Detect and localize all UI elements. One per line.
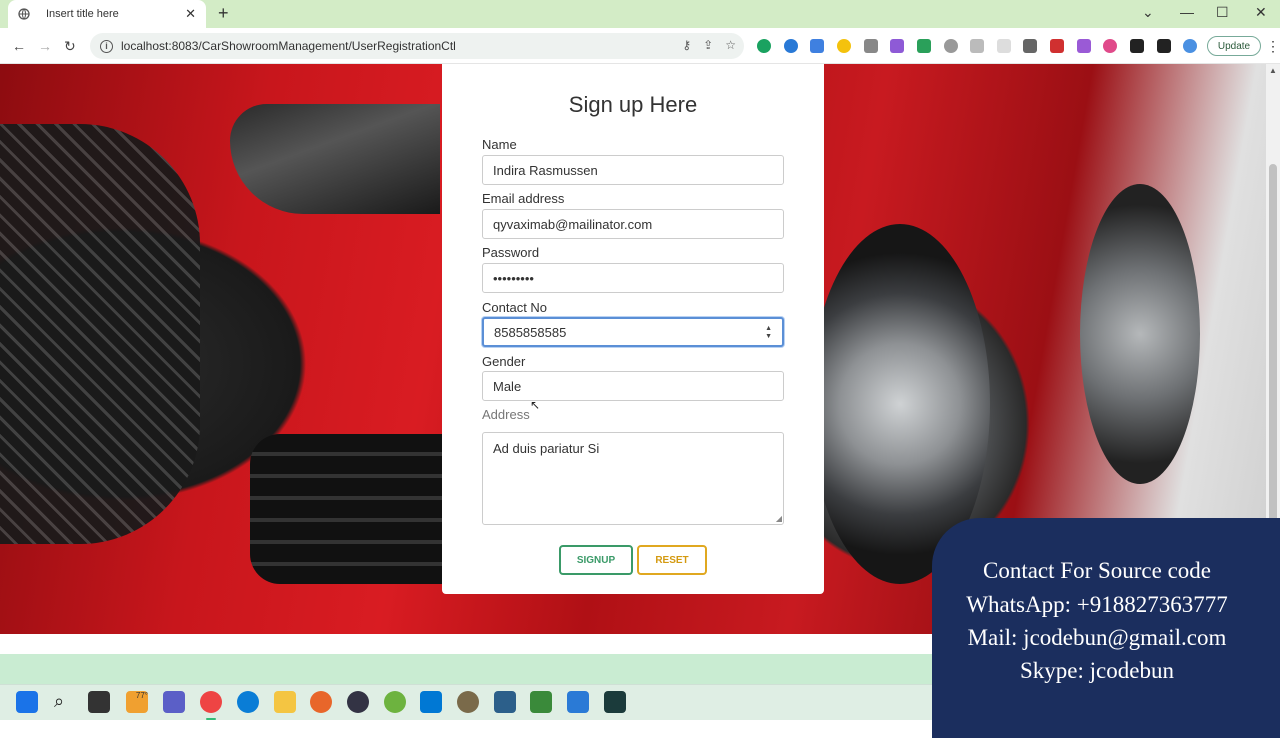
address-label: Address <box>482 407 530 422</box>
extension-icon[interactable] <box>917 39 931 53</box>
site-info-icon[interactable]: i <box>100 39 113 53</box>
name-input[interactable]: Indira Rasmussen <box>482 155 784 185</box>
address-value: Ad duis pariatur Si <box>493 441 600 456</box>
notepad-icon[interactable] <box>567 691 589 713</box>
grammarly-icon[interactable] <box>757 39 771 53</box>
reset-button[interactable]: RESET <box>637 545 707 575</box>
new-tab-icon[interactable]: + <box>218 4 229 22</box>
menu-dots-icon[interactable]: ⋮ <box>1266 38 1280 55</box>
color-picker-icon[interactable] <box>1103 39 1117 53</box>
contact-input[interactable]: 8585858585 ▲ ▼ <box>482 317 784 347</box>
whatsapp-line: WhatsApp: +918827363777 <box>966 592 1228 617</box>
extension-icon[interactable] <box>944 39 958 53</box>
minimize-icon[interactable]: — <box>1180 4 1194 20</box>
contact-value: 8585858585 <box>494 324 567 340</box>
contact-overlay: Contact For Source code WhatsApp: +91882… <box>932 518 1280 738</box>
tab-search-icon[interactable]: ⌄ <box>1142 4 1154 21</box>
extension-icon[interactable] <box>810 39 824 53</box>
gender-label: Gender <box>482 354 526 369</box>
chrome-icon[interactable] <box>200 691 222 713</box>
contact-line: Contact For Source code <box>982 558 1212 583</box>
extension-icon[interactable] <box>784 39 798 53</box>
email-label: Email address <box>482 191 565 206</box>
gender-input[interactable]: Male <box>482 371 784 401</box>
car-wheel <box>1080 184 1200 484</box>
address-bar[interactable]: i localhost:8083/CarShowroomManagement/U… <box>90 33 744 59</box>
app-icon[interactable] <box>494 691 516 713</box>
spring-icon[interactable] <box>384 691 406 713</box>
bookmark-star-icon[interactable]: ☆ <box>725 38 736 52</box>
weather-icon[interactable]: 77° <box>126 691 148 713</box>
share-icon[interactable]: ⇪ <box>703 38 713 52</box>
skype-line: Skype: jcodebun <box>1020 658 1174 683</box>
profile-avatar[interactable] <box>1183 39 1197 53</box>
signup-button[interactable]: SIGNUP <box>559 545 633 575</box>
scroll-up-icon[interactable]: ▲ <box>1269 66 1277 75</box>
teams-icon[interactable] <box>163 691 185 713</box>
app-icon[interactable] <box>347 691 369 713</box>
forward-icon[interactable]: → <box>38 38 52 54</box>
tab-title: Insert title here <box>46 8 119 20</box>
edge-icon[interactable] <box>237 691 259 713</box>
signup-card: Sign up Here Name Indira Rasmussen Email… <box>442 64 824 594</box>
maximize-icon[interactable]: ☐ <box>1216 4 1229 21</box>
car-headlight <box>230 104 440 214</box>
update-button[interactable]: Update <box>1207 36 1261 56</box>
csp-icon[interactable] <box>1050 39 1064 53</box>
contact-label: Contact No <box>482 300 548 315</box>
extension-icon[interactable] <box>970 39 984 53</box>
app-icon[interactable] <box>457 691 479 713</box>
browser-toolbar: ← → ↻ i localhost:8083/CarShowroomManage… <box>0 28 1280 64</box>
password-label: Password <box>482 245 540 260</box>
task-view-icon[interactable] <box>88 691 110 713</box>
email-input[interactable]: qyvaximab@mailinator.com <box>482 209 784 239</box>
firefox-icon[interactable] <box>310 691 332 713</box>
side-panel-icon[interactable] <box>1157 39 1171 53</box>
file-explorer-icon[interactable] <box>274 691 296 713</box>
key-icon[interactable]: ⚷ <box>682 38 691 52</box>
car-vent <box>250 434 442 584</box>
camera-icon[interactable] <box>864 39 878 53</box>
car-grille <box>0 124 200 544</box>
address-textarea[interactable]: Ad duis pariatur Si ◢ <box>482 432 784 525</box>
extension-icon[interactable] <box>1023 39 1037 53</box>
form-heading: Sign up Here <box>568 92 698 117</box>
mouse-cursor-icon: ↖ <box>530 398 541 412</box>
app-icon[interactable] <box>530 691 552 713</box>
search-icon[interactable]: ⌕ <box>54 691 76 713</box>
tab-active[interactable]: Insert title here ✕ <box>8 0 206 28</box>
window-close-icon[interactable]: ✕ <box>1255 4 1267 21</box>
tab-close-icon[interactable]: ✕ <box>185 6 196 22</box>
back-icon[interactable]: ← <box>12 38 26 54</box>
globe-icon <box>18 8 30 20</box>
password-input[interactable]: ••••••••• <box>482 263 784 293</box>
pen-icon[interactable] <box>1077 39 1091 53</box>
windows-start-icon[interactable] <box>16 691 38 713</box>
puzzle-icon[interactable] <box>1130 39 1144 53</box>
scroll-thumb[interactable] <box>1269 164 1277 554</box>
extension-icon[interactable] <box>997 39 1011 53</box>
tab-strip: Insert title here ✕ + ⌄ — ☐ ✕ <box>0 0 1280 28</box>
reload-icon[interactable]: ↻ <box>64 38 76 55</box>
name-label: Name <box>482 137 517 152</box>
mail-line: Mail: jcodebun@gmail.com <box>967 625 1227 650</box>
number-stepper-icon[interactable]: ▲ ▼ <box>765 325 772 341</box>
extension-icon[interactable] <box>890 39 904 53</box>
vscode-icon[interactable] <box>420 691 442 713</box>
resize-handle-icon[interactable]: ◢ <box>776 514 782 523</box>
terminal-icon[interactable] <box>604 691 626 713</box>
extension-icon[interactable] <box>837 39 851 53</box>
url-text: localhost:8083/CarShowroomManagement/Use… <box>121 39 456 53</box>
